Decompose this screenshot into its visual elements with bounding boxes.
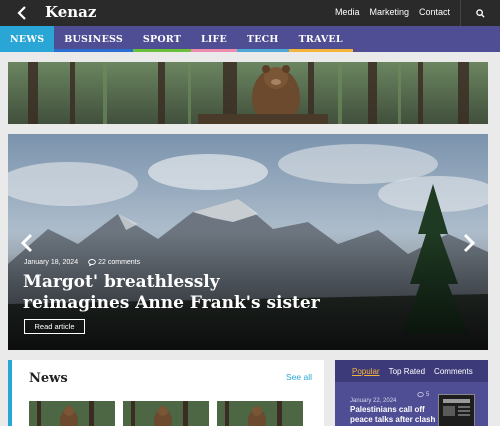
tab-underline (288, 49, 353, 52)
tab-underline (191, 49, 237, 52)
chevron-right-icon (463, 233, 476, 253)
comment-icon (88, 259, 96, 266)
tab-sport[interactable]: SPORT (132, 26, 191, 52)
tab-underline (0, 49, 55, 52)
see-all-link[interactable]: See all (286, 372, 312, 382)
tab-business[interactable]: BUSINESS (54, 26, 133, 52)
tab-life[interactable]: LIFE (191, 26, 237, 52)
news-section: News See all (8, 360, 324, 426)
tab-popular[interactable]: Popular (352, 367, 380, 376)
top-bar: Kenaz Media Marketing Contact (0, 0, 500, 26)
tab-label: TECH (246, 33, 279, 45)
newspaper-thumbnail (439, 395, 474, 426)
tab-underline (236, 49, 289, 52)
tab-comments[interactable]: Comments (434, 367, 473, 376)
post-thumbnail[interactable] (438, 394, 475, 426)
site-logo[interactable]: Kenaz (45, 3, 96, 21)
tab-label: BUSINESS (64, 33, 123, 45)
prev-slide-button[interactable] (16, 232, 38, 254)
hero-comments-label: 22 comments (98, 259, 141, 266)
search-button[interactable] (460, 0, 500, 26)
mountain-image (8, 134, 488, 350)
tab-label: LIFE (201, 33, 227, 45)
hero-meta: January 18, 2024 22 comments (24, 259, 140, 266)
top-link-marketing[interactable]: Marketing (369, 7, 409, 17)
tab-label: TRAVEL (298, 33, 343, 45)
tab-label: NEWS (10, 33, 45, 45)
hero-comments[interactable]: 22 comments (88, 259, 140, 266)
section-title: News (29, 371, 68, 386)
tab-underline (54, 49, 133, 52)
hero-slider: January 18, 2024 22 comments Margot' bre… (8, 134, 488, 350)
widget-tabs: Popular Top Rated Comments (335, 360, 488, 382)
news-thumbnail[interactable] (123, 401, 209, 426)
tab-underline (132, 49, 191, 52)
tab-label: SPORT (142, 33, 181, 45)
forest-bear-thumbnail (29, 401, 115, 426)
top-links: Media Marketing Contact (335, 7, 450, 17)
comment-count: 5 (417, 392, 429, 398)
top-link-media[interactable]: Media (335, 7, 360, 17)
news-thumbnail[interactable] (29, 401, 115, 426)
read-article-button[interactable]: Read article (24, 319, 85, 334)
popular-widget: Popular Top Rated Comments 5 January 22,… (335, 360, 488, 426)
next-slide-button[interactable] (458, 232, 480, 254)
tab-top-rated[interactable]: Top Rated (389, 367, 425, 376)
comment-icon (417, 392, 424, 398)
category-nav: NEWS BUSINESS SPORT LIFE TECH TRAVEL (0, 26, 500, 52)
chevron-left-icon (20, 233, 33, 253)
forest-bear-thumbnail (123, 401, 209, 426)
tab-travel[interactable]: TRAVEL (288, 26, 353, 52)
top-link-contact[interactable]: Contact (419, 7, 450, 17)
comment-count-value: 5 (426, 392, 430, 398)
post-date: January 22, 2024 (350, 398, 397, 404)
search-icon (476, 8, 485, 18)
back-button[interactable] (14, 5, 30, 21)
forest-bear-thumbnail (217, 401, 303, 426)
chevron-left-icon (17, 6, 26, 20)
tab-tech[interactable]: TECH (236, 26, 289, 52)
hero-date: January 18, 2024 (24, 259, 79, 266)
tab-news[interactable]: NEWS (0, 26, 55, 52)
news-thumbnail[interactable] (217, 401, 303, 426)
post-headline[interactable]: Palestinians call off peace talks after … (350, 405, 438, 425)
forest-bear-image (8, 62, 488, 124)
banner-image[interactable] (8, 62, 488, 124)
hero-title[interactable]: Margot' breathlessly reimagines Anne Fra… (23, 272, 323, 314)
